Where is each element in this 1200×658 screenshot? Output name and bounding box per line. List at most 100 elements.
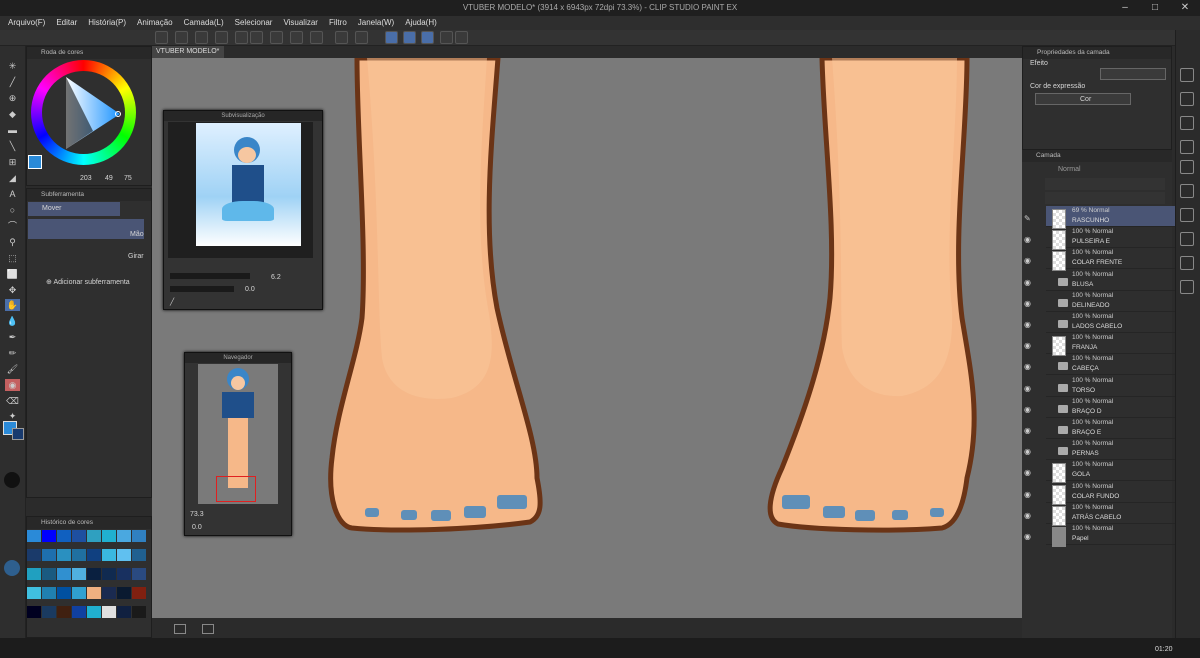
eye-icon[interactable]: ◉ bbox=[1024, 235, 1031, 244]
sparkle-tool-icon[interactable]: ✳ bbox=[5, 60, 20, 72]
clear-icon[interactable] bbox=[270, 31, 283, 44]
color-history-swatch[interactable] bbox=[57, 587, 71, 599]
color-history-swatch[interactable] bbox=[27, 568, 41, 580]
hand-tool-icon[interactable]: ✋ bbox=[5, 299, 20, 311]
fit-view-icon[interactable] bbox=[174, 624, 186, 634]
layer-row[interactable]: ◉ 100 % Normal CABEÇA bbox=[1024, 354, 1189, 376]
eye-icon[interactable]: ◉ bbox=[1024, 362, 1031, 371]
color-history-swatch[interactable] bbox=[87, 568, 101, 580]
color-history-swatch[interactable] bbox=[87, 530, 101, 542]
layer-row[interactable]: ✎ 69 % Normal RASCUNHO bbox=[1024, 206, 1189, 229]
settings-icon[interactable] bbox=[455, 31, 468, 44]
dock-icon-4[interactable] bbox=[1180, 140, 1194, 154]
eye-icon[interactable]: ◉ bbox=[1024, 384, 1031, 393]
selection-icon[interactable] bbox=[335, 31, 348, 44]
save-icon[interactable] bbox=[195, 31, 208, 44]
open-icon[interactable] bbox=[175, 31, 188, 44]
airbrush-tool-icon[interactable]: ◉ bbox=[5, 379, 20, 391]
dock-icon-10[interactable] bbox=[1180, 280, 1194, 294]
actual-size-icon[interactable] bbox=[202, 624, 214, 634]
color-history-swatch[interactable] bbox=[42, 530, 56, 542]
ruler-snap-icon[interactable] bbox=[385, 31, 398, 44]
dock-icon-8[interactable] bbox=[1180, 232, 1194, 246]
color-history-swatch[interactable] bbox=[27, 587, 41, 599]
menu-janela[interactable]: Janela(W) bbox=[358, 16, 394, 30]
eye-icon[interactable]: ◉ bbox=[1024, 320, 1031, 329]
color-history-swatch[interactable] bbox=[117, 568, 131, 580]
color-history-swatch[interactable] bbox=[102, 568, 116, 580]
layer-row[interactable]: ◉ 100 % Normal TORSO bbox=[1024, 376, 1189, 397]
color-history-swatch[interactable] bbox=[87, 606, 101, 618]
color-history-swatch[interactable] bbox=[72, 568, 86, 580]
brush-size-dot[interactable] bbox=[4, 472, 20, 488]
color-history-swatch[interactable] bbox=[102, 549, 116, 561]
layer-row[interactable]: ◉ 100 % Normal PERNAS bbox=[1024, 439, 1189, 461]
eyedropper-icon[interactable]: ╱ bbox=[170, 298, 178, 306]
gradient-tool-icon[interactable]: ▬ bbox=[5, 124, 20, 136]
layer-row[interactable]: ◉ 100 % Normal BRAÇO E bbox=[1024, 418, 1189, 439]
color-icon[interactable] bbox=[440, 31, 453, 44]
eye-icon[interactable]: ◉ bbox=[1024, 299, 1031, 308]
color-history-swatch[interactable] bbox=[87, 587, 101, 599]
layer-row[interactable]: ◉ 100 % Normal BLUSA bbox=[1024, 270, 1189, 291]
pencil-tool-icon[interactable]: ✏ bbox=[5, 347, 20, 359]
menu-arquivo[interactable]: Arquivo(F) bbox=[8, 16, 45, 30]
layer-row[interactable]: ◉ 100 % Normal LADOS CABELO bbox=[1024, 312, 1189, 333]
color-history-swatch[interactable] bbox=[117, 587, 131, 599]
layer-row[interactable]: ◉ 100 % Normal GOLA bbox=[1024, 460, 1189, 484]
color-history-swatch[interactable] bbox=[102, 587, 116, 599]
color-history-swatch[interactable] bbox=[132, 606, 146, 618]
new-icon[interactable] bbox=[155, 31, 168, 44]
menu-visualizar[interactable]: Visualizar bbox=[283, 16, 318, 30]
color-history-swatch[interactable] bbox=[132, 530, 146, 542]
color-history-swatch[interactable] bbox=[102, 530, 116, 542]
color-history-swatch[interactable] bbox=[57, 568, 71, 580]
nav-view-rect[interactable] bbox=[216, 476, 256, 502]
color-history-swatch[interactable] bbox=[72, 549, 86, 561]
zoom-tool-icon[interactable]: ⊕ bbox=[5, 92, 20, 104]
eye-icon[interactable]: ◉ bbox=[1024, 278, 1031, 287]
color-history-swatch[interactable] bbox=[132, 587, 146, 599]
marquee-tool-icon[interactable]: ⬜ bbox=[5, 268, 20, 280]
color-history-swatch[interactable] bbox=[87, 549, 101, 561]
blend-tool-icon[interactable]: 💧 bbox=[5, 315, 20, 327]
menu-camada[interactable]: Camada(L) bbox=[184, 16, 224, 30]
color-history-swatch[interactable] bbox=[132, 568, 146, 580]
subtool-group-mover[interactable]: Mover bbox=[28, 202, 120, 216]
fill-tool-icon[interactable]: ◆ bbox=[5, 108, 20, 120]
pen-tool-icon[interactable]: ✒ bbox=[5, 331, 20, 343]
eye-icon[interactable]: ◉ bbox=[1024, 532, 1031, 541]
menu-filtro[interactable]: Filtro bbox=[329, 16, 347, 30]
color-history-swatch[interactable] bbox=[72, 606, 86, 618]
sv-triangle[interactable] bbox=[42, 71, 125, 154]
opacity-dot[interactable] bbox=[4, 560, 20, 576]
color-history-swatch[interactable] bbox=[57, 530, 71, 542]
current-color-swatch[interactable] bbox=[28, 155, 42, 169]
text-tool-icon[interactable]: A bbox=[5, 188, 20, 200]
maximize-icon[interactable]: □ bbox=[1140, 0, 1170, 16]
dock-icon-9[interactable] bbox=[1180, 256, 1194, 270]
color-history-swatch[interactable] bbox=[117, 606, 131, 618]
dock-icon-6[interactable] bbox=[1180, 184, 1194, 198]
selection-invert-icon[interactable] bbox=[355, 31, 368, 44]
layer-row[interactable]: ◉ 100 % Normal FRANJA bbox=[1024, 333, 1189, 357]
auto-select-tool-icon[interactable]: ⬚ bbox=[5, 252, 20, 264]
line-tool-icon[interactable]: ╲ bbox=[5, 140, 20, 152]
eraser-tool-icon[interactable]: ⌫ bbox=[5, 395, 20, 407]
eye-icon[interactable]: ◉ bbox=[1024, 468, 1031, 477]
menu-ajuda[interactable]: Ajuda(H) bbox=[405, 16, 437, 30]
color-history-swatch[interactable] bbox=[117, 530, 131, 542]
document-tab[interactable]: VTUBER MODELO* bbox=[152, 46, 224, 58]
move-tool-icon[interactable]: ✥ bbox=[5, 284, 20, 296]
layer-row[interactable]: ◉ 100 % Normal ATRÁS CABELO bbox=[1024, 503, 1189, 526]
color-history-swatch[interactable] bbox=[42, 568, 56, 580]
color-history-swatch[interactable] bbox=[42, 606, 56, 618]
balloon-tool-icon[interactable]: ◢ bbox=[5, 172, 20, 184]
dock-icon-3[interactable] bbox=[1180, 116, 1194, 130]
dock-icon-7[interactable] bbox=[1180, 208, 1194, 222]
layer-row[interactable]: ◉ 100 % Normal BRAÇO D bbox=[1024, 397, 1189, 418]
subview-angle-slider[interactable] bbox=[170, 286, 234, 292]
menu-animacao[interactable]: Animação bbox=[137, 16, 173, 30]
dock-icon-5[interactable] bbox=[1180, 160, 1194, 174]
subview-zoom-slider[interactable] bbox=[170, 273, 250, 279]
